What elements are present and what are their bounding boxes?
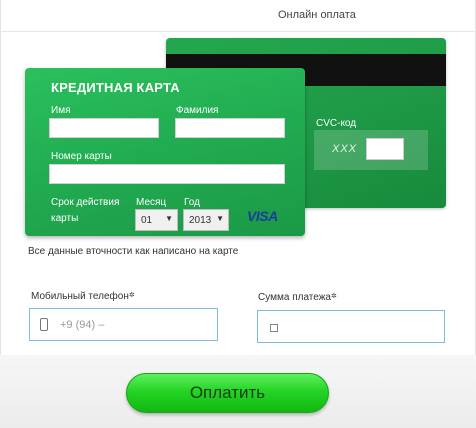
card-number-input[interactable] (49, 164, 285, 184)
amount-label-text: Сумма платежа (258, 292, 331, 303)
phone-placeholder: +9 (94) – (60, 319, 105, 331)
card-front: КРЕДИТНАЯ КАРТА Имя Фамилия Номер карты … (25, 68, 305, 236)
pay-button[interactable]: Оплатить (126, 373, 329, 413)
last-name-input[interactable] (175, 118, 285, 138)
amount-input[interactable] (257, 310, 445, 343)
card-title: КРЕДИТНАЯ КАРТА (51, 80, 180, 95)
last-name-label: Фамилия (176, 105, 219, 116)
cvc-label: CVC-код (316, 118, 357, 129)
card-number-label: Номер карты (51, 151, 112, 162)
visa-brand-text: VISA (247, 208, 278, 224)
chevron-down-icon: ▼ (216, 214, 224, 223)
cvc-input[interactable] (366, 138, 404, 160)
currency-icon (270, 324, 278, 332)
phone-label: Мобильный телефон✲ (31, 291, 135, 302)
header: Онлайн оплата (0, 0, 476, 32)
first-name-label: Имя (51, 105, 71, 116)
year-value: 2013 (189, 215, 212, 226)
amount-label: Сумма платежа✲ (258, 292, 337, 303)
phone-input[interactable]: +9 (94) – (29, 308, 218, 341)
year-select[interactable]: 2013 ▼ (183, 209, 229, 231)
expiry-label-line2: карты (51, 213, 79, 224)
month-label: Месяц (136, 197, 167, 208)
required-icon: ✲ (330, 293, 337, 300)
card-data-note: Все данные вточности как написано на кар… (28, 246, 239, 257)
expiry-label: Срок действия (51, 197, 120, 208)
phone-label-text: Мобильный телефон (31, 291, 129, 302)
month-value: 01 (141, 215, 153, 226)
mobile-phone-icon (40, 318, 48, 331)
year-label: Год (184, 197, 200, 208)
month-select[interactable]: 01 ▼ (135, 209, 178, 231)
first-name-input[interactable] (49, 118, 159, 138)
visa-logo: VISA (247, 208, 278, 224)
cvc-xxx-text: XXX (332, 143, 358, 155)
page-title: Онлайн оплата (278, 9, 356, 21)
required-icon: ✲ (128, 292, 135, 299)
chevron-down-icon: ▼ (165, 214, 173, 223)
